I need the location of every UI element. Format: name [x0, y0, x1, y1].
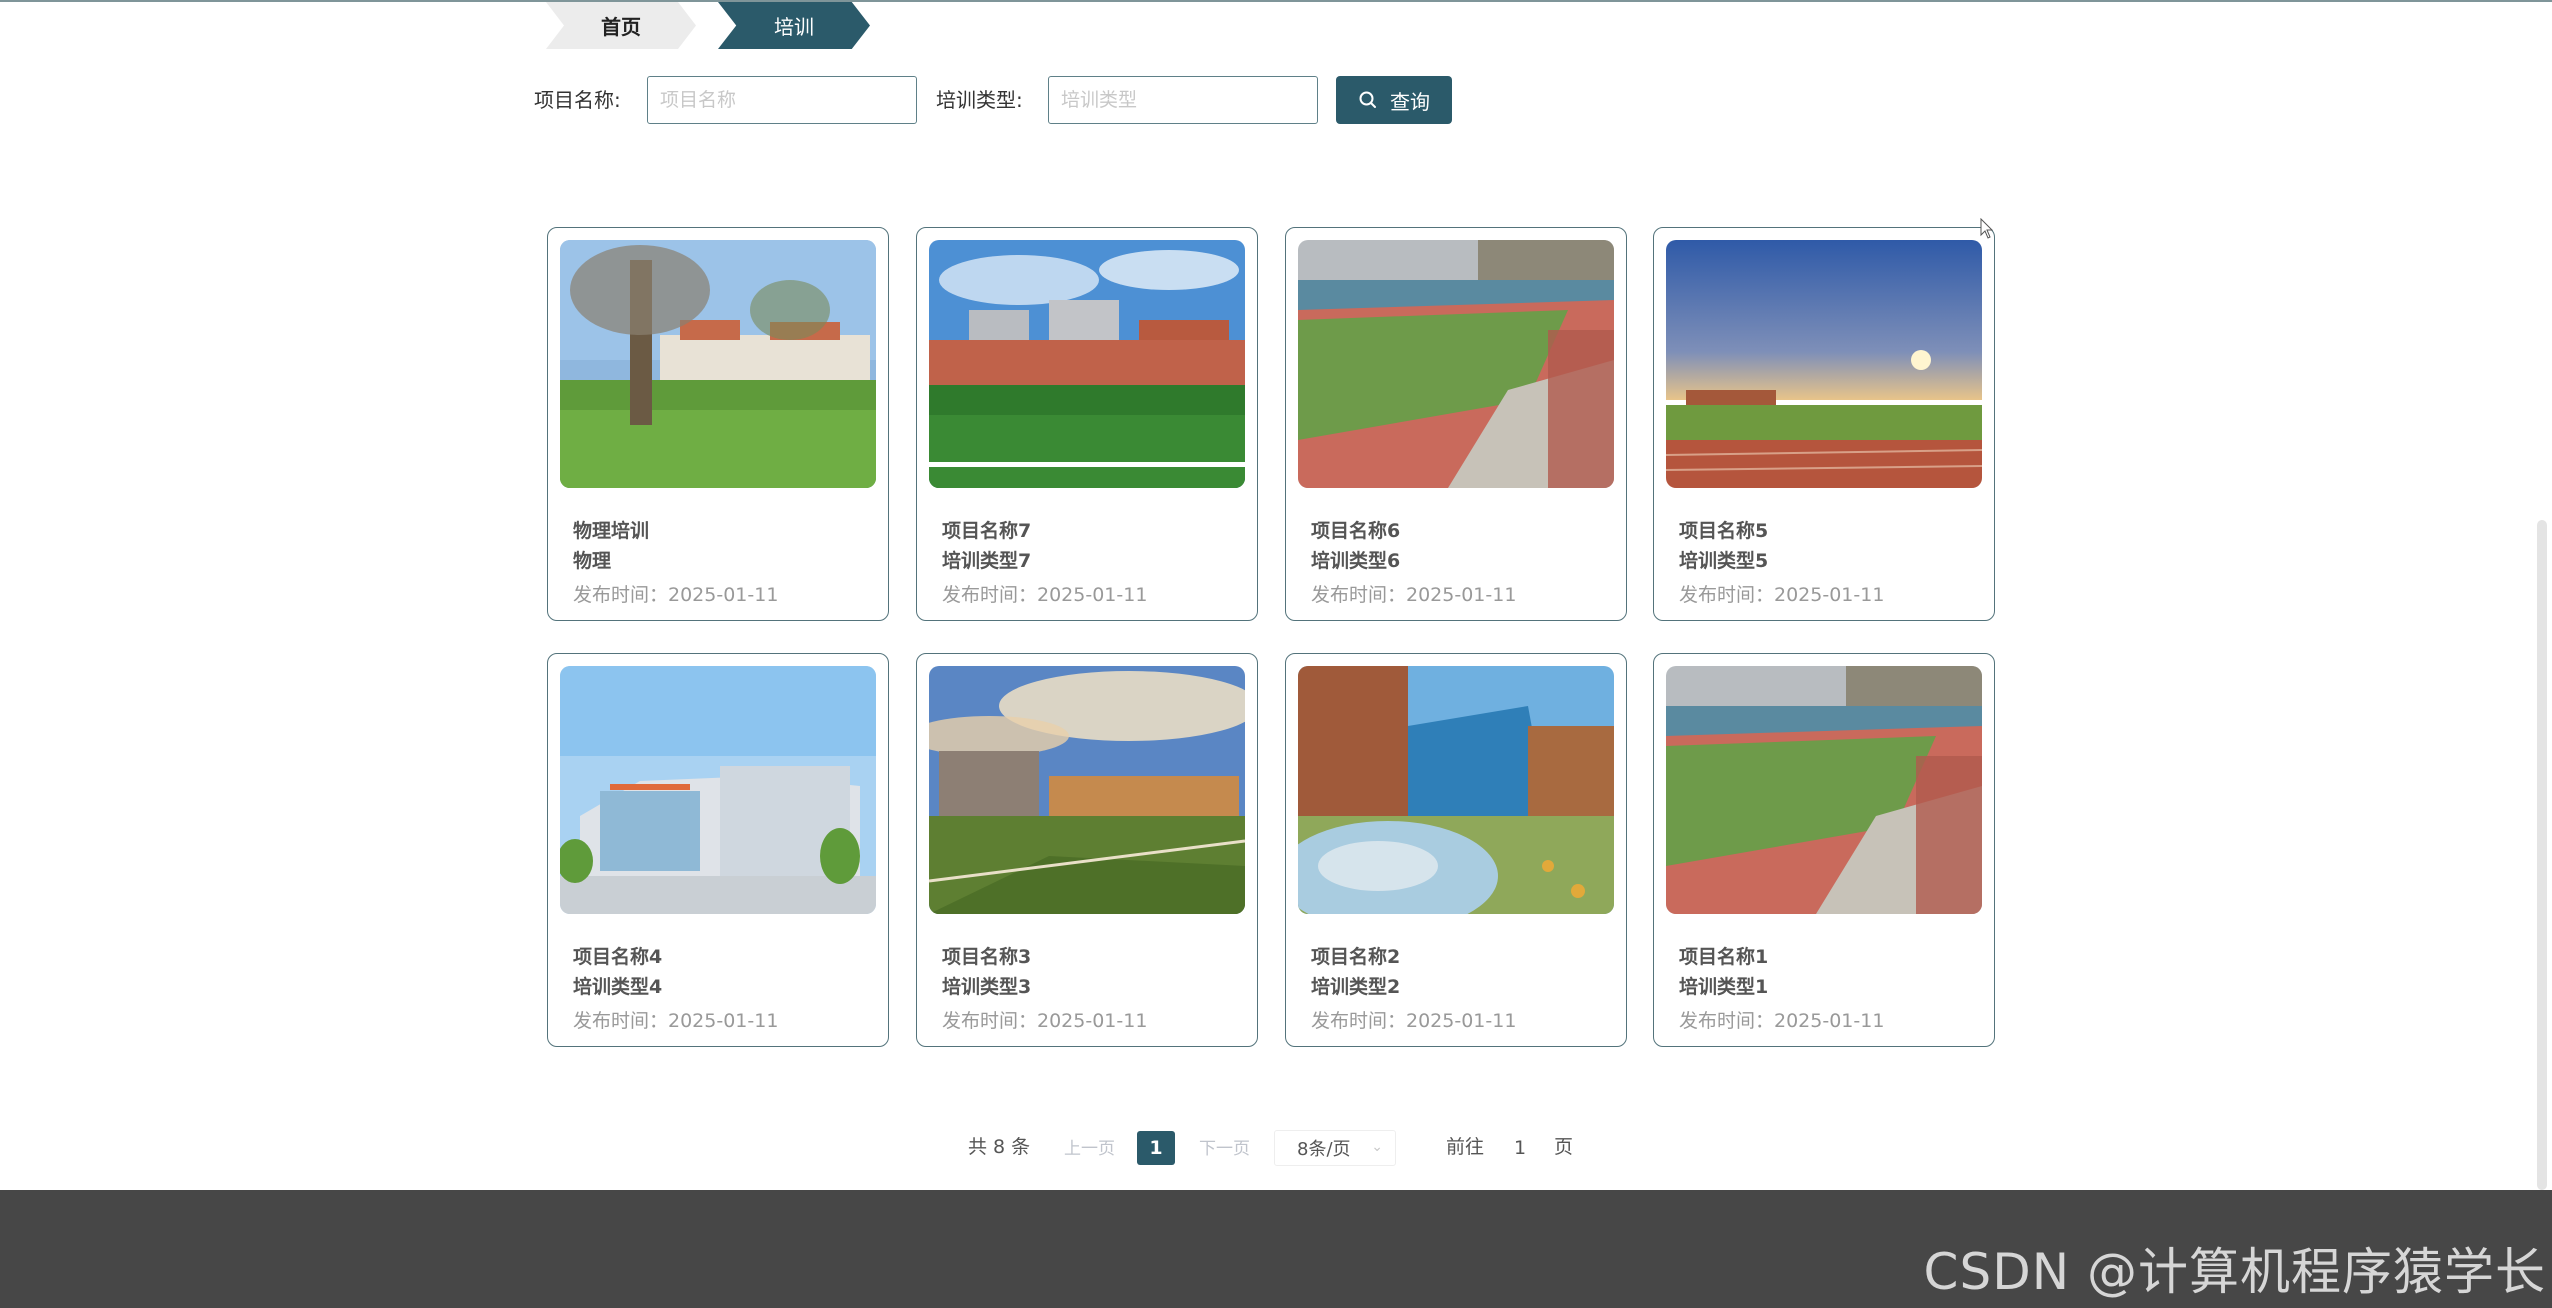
watermark: CSDN @计算机程序猿学长 [1923, 1243, 2546, 1301]
card-image [1666, 240, 1982, 488]
card-type: 培训类型1 [1679, 976, 1769, 998]
card-date: 发布时间：2025-01-11 [1679, 1010, 1885, 1032]
card-title: 项目名称4 [573, 946, 663, 968]
card-image [1666, 666, 1982, 914]
chevron-down-icon: ⌄ [1371, 1139, 1383, 1155]
top-border-line [0, 0, 2552, 2]
pagination-prev[interactable]: 上一页 [1064, 1136, 1115, 1162]
training-type-input[interactable] [1048, 76, 1318, 124]
card-date: 发布时间：2025-01-11 [942, 1010, 1148, 1032]
pagination-goto-label: 前往 [1446, 1136, 1485, 1158]
card-image [560, 240, 876, 488]
card-type: 培训类型4 [573, 976, 663, 998]
card-type: 培训类型3 [942, 976, 1032, 998]
training-card[interactable]: 项目名称3 培训类型3 发布时间：2025-01-11 [916, 653, 1258, 1047]
breadcrumb-current: 培训 [718, 2, 870, 49]
training-card[interactable]: 项目名称7 培训类型7 发布时间：2025-01-11 [916, 227, 1258, 621]
pagination-goto-input[interactable] [1494, 1130, 1546, 1166]
card-title: 项目名称1 [1679, 946, 1769, 968]
card-image [1298, 240, 1614, 488]
scrollbar[interactable] [2537, 520, 2547, 1190]
training-type-label: 培训类型: [936, 88, 1023, 112]
search-icon [1359, 91, 1376, 108]
card-title: 项目名称5 [1679, 520, 1769, 542]
card-type: 培训类型5 [1679, 550, 1769, 572]
pagination-total: 共 8 条 [968, 1136, 1031, 1158]
training-card[interactable]: 项目名称6 培训类型6 发布时间：2025-01-11 [1285, 227, 1627, 621]
pagination-page-suffix: 页 [1554, 1136, 1574, 1158]
card-title: 物理培训 [573, 520, 650, 542]
training-card[interactable]: 物理培训 物理 发布时间：2025-01-11 [547, 227, 889, 621]
card-date: 发布时间：2025-01-11 [573, 584, 779, 606]
pagination-next[interactable]: 下一页 [1199, 1136, 1250, 1162]
card-date: 发布时间：2025-01-11 [573, 1010, 779, 1032]
card-title: 项目名称7 [942, 520, 1032, 542]
card-image [1298, 666, 1614, 914]
card-title: 项目名称3 [942, 946, 1032, 968]
pagination-current-page[interactable]: 1 [1137, 1131, 1175, 1165]
card-image [929, 240, 1245, 488]
card-date: 发布时间：2025-01-11 [942, 584, 1148, 606]
search-button[interactable]: 查询 [1336, 76, 1452, 124]
mouse-cursor-icon [1980, 218, 1994, 239]
card-title: 项目名称2 [1311, 946, 1401, 968]
card-type: 培训类型6 [1311, 550, 1401, 572]
project-name-input[interactable] [647, 76, 917, 124]
card-type: 物理 [573, 550, 612, 572]
training-card[interactable]: 项目名称2 培训类型2 发布时间：2025-01-11 [1285, 653, 1627, 1047]
card-type: 培训类型2 [1311, 976, 1401, 998]
card-date: 发布时间：2025-01-11 [1311, 584, 1517, 606]
training-card[interactable]: 项目名称1 培训类型1 发布时间：2025-01-11 [1653, 653, 1995, 1047]
card-title: 项目名称6 [1311, 520, 1401, 542]
project-name-label: 项目名称: [534, 88, 621, 112]
breadcrumb-home[interactable]: 首页 [546, 2, 696, 49]
training-card[interactable]: 项目名称4 培训类型4 发布时间：2025-01-11 [547, 653, 889, 1047]
card-image [560, 666, 876, 914]
search-button-label: 查询 [1390, 91, 1430, 114]
card-image [929, 666, 1245, 914]
training-card[interactable]: 项目名称5 培训类型5 发布时间：2025-01-11 [1653, 227, 1995, 621]
page-size-value: 8条/页 [1297, 1139, 1351, 1160]
card-date: 发布时间：2025-01-11 [1679, 584, 1885, 606]
card-date: 发布时间：2025-01-11 [1311, 1010, 1517, 1032]
card-type: 培训类型7 [942, 550, 1032, 572]
page-size-select[interactable]: 8条/页 ⌄ [1274, 1130, 1396, 1166]
